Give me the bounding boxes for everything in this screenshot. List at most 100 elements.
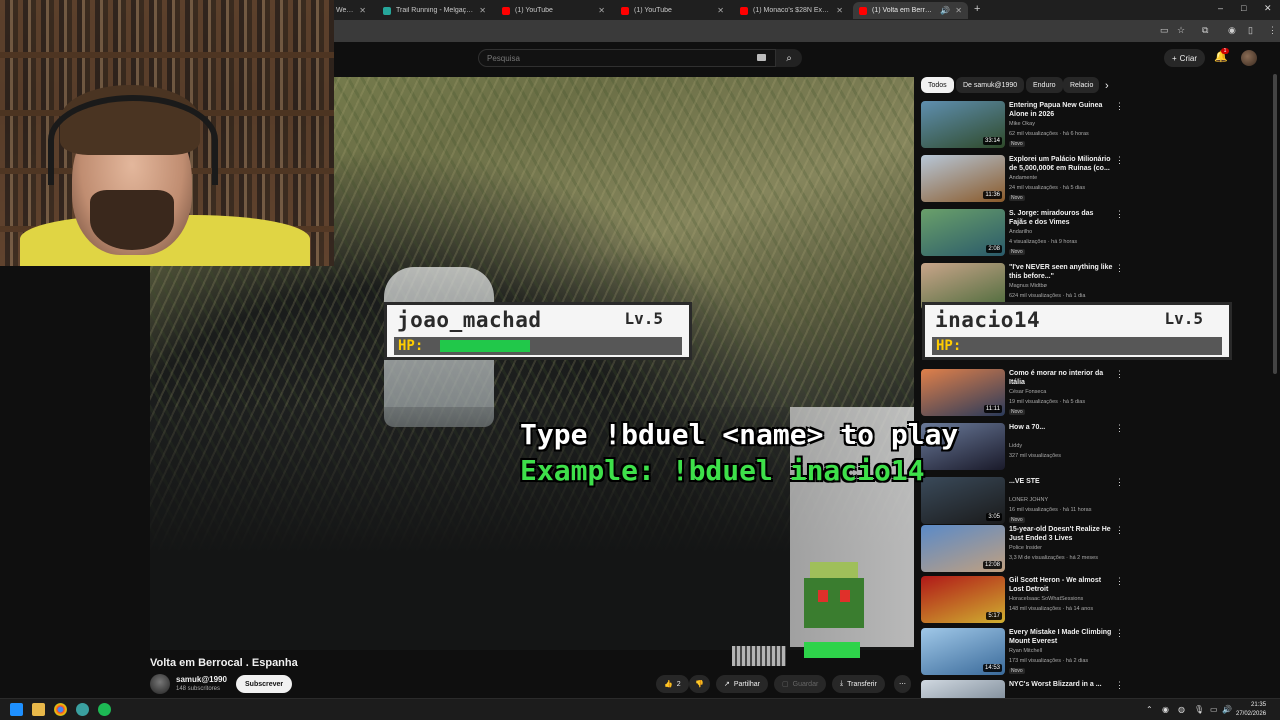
cast-icon[interactable]: ▭ xyxy=(1160,25,1169,36)
video-thumbnail[interactable]: 11:11 xyxy=(921,369,1005,416)
browser-tab[interactable]: Weverse ✕ xyxy=(330,2,372,19)
search-input[interactable]: Pesquisa xyxy=(478,49,776,67)
page-scrollbar[interactable] xyxy=(1272,74,1278,698)
close-icon[interactable]: ✕ xyxy=(955,6,962,15)
recommendation-item[interactable]: 5:17 Gil Scott Heron - We almost Lost Det… xyxy=(921,576,1126,626)
create-button[interactable]: + Criar xyxy=(1164,49,1206,67)
browser-tab-active[interactable]: (1) Volta em Berrocal . Espa 🔊 ✕ xyxy=(853,2,968,19)
recommendation-channel[interactable]: Ryan Mitchell xyxy=(1009,648,1042,654)
bookmark-icon: ▢ xyxy=(782,681,789,688)
close-icon[interactable]: ✕ xyxy=(836,6,843,15)
new-tab-button[interactable]: + xyxy=(974,3,980,15)
subscribe-button[interactable]: Subscrever xyxy=(236,675,293,693)
recommendation-item[interactable]: 11:36 Explorei um Palácio Milionário de 5… xyxy=(921,155,1126,205)
file-explorer-icon[interactable] xyxy=(32,703,45,716)
more-options-icon[interactable]: ⋮ xyxy=(1115,263,1124,274)
chip-enduro[interactable]: Enduro xyxy=(1026,77,1063,93)
chevron-up-icon[interactable]: ⌃ xyxy=(1146,705,1153,714)
tray-app-icon[interactable]: ◉ xyxy=(1162,705,1169,714)
close-icon[interactable]: ✕ xyxy=(598,6,605,15)
chevron-right-icon[interactable]: › xyxy=(1105,80,1109,92)
recommendation-title[interactable]: Como é morar no interior da Itália xyxy=(1009,369,1113,387)
recommendation-item[interactable]: 33:14 Entering Papua New Guinea Alone in … xyxy=(921,101,1126,151)
more-options-icon[interactable]: ⋮ xyxy=(1115,101,1124,112)
video-thumbnail[interactable]: 5:17 xyxy=(921,576,1005,623)
recommendation-channel[interactable]: Mike Okay xyxy=(1009,121,1035,127)
more-options-icon[interactable]: ⋮ xyxy=(1115,576,1124,587)
browser-tab[interactable]: Trail Running - Melgaço Ride & ✕ xyxy=(377,2,492,19)
more-options-icon[interactable]: ⋮ xyxy=(1115,628,1124,639)
like-button[interactable]: 👍 2 xyxy=(656,675,689,693)
video-thumbnail[interactable]: 14:53 xyxy=(921,628,1005,675)
speaker-icon[interactable]: 🔊 xyxy=(940,6,950,15)
recommendation-title[interactable]: S. Jorge: miradouros das Fajãs e dos Vim… xyxy=(1009,209,1113,227)
tray-app-icon[interactable]: ◍ xyxy=(1178,705,1185,714)
recommendation-channel[interactable]: Andarilho xyxy=(1009,229,1032,235)
video-thumbnail[interactable]: 11:36 xyxy=(921,155,1005,202)
maximize-button[interactable]: □ xyxy=(1241,3,1246,13)
menu-icon[interactable]: ⋮ xyxy=(1268,25,1277,36)
recommendation-title[interactable]: Entering Papua New Guinea Alone in 2026 xyxy=(1009,101,1113,119)
channel-name[interactable]: samuk@1990 xyxy=(176,675,227,684)
recommendation-channel[interactable]: Andamente xyxy=(1009,175,1037,181)
volume-icon[interactable]: 🔊 xyxy=(1222,705,1232,714)
recommendation-title[interactable]: "I've NEVER seen anything like this befo… xyxy=(1009,263,1113,281)
recommendation-title[interactable]: Gil Scott Heron - We almost Lost Detroit xyxy=(1009,576,1113,594)
app-icon[interactable] xyxy=(76,703,89,716)
channel-avatar[interactable] xyxy=(150,674,170,694)
keyboard-icon[interactable] xyxy=(757,54,766,61)
search-button[interactable]: ⌕ xyxy=(776,49,802,67)
recommendation-title[interactable]: 15-year-old Doesn't Realize He Just Ende… xyxy=(1009,525,1113,543)
chip-todos[interactable]: Todos xyxy=(921,77,954,93)
recommendation-title[interactable]: Every Mistake I Made Climbing Mount Ever… xyxy=(1009,628,1113,646)
browser-tab[interactable]: (1) YouTube ✕ xyxy=(496,2,611,19)
more-options-icon[interactable]: ⋮ xyxy=(1115,369,1124,380)
keyboard-sprite xyxy=(732,646,786,666)
recommendation-channel[interactable]: Magnus Midtbø xyxy=(1009,283,1047,289)
system-clock[interactable]: 21:35 27/02/2026 xyxy=(1236,701,1266,719)
more-options-icon[interactable]: ⋮ xyxy=(1115,525,1124,536)
save-button[interactable]: ▢ Guardar xyxy=(774,675,827,693)
close-icon[interactable]: ✕ xyxy=(359,6,366,15)
video-thumbnail[interactable]: 33:14 xyxy=(921,101,1005,148)
minimize-button[interactable]: – xyxy=(1218,3,1223,13)
browser-tab[interactable]: (1) YouTube ✕ xyxy=(615,2,730,19)
recommendation-item[interactable]: 14:53 Every Mistake I Made Climbing Mount… xyxy=(921,628,1126,678)
more-options-icon[interactable]: ⋮ xyxy=(1115,680,1124,691)
microphone-icon[interactable]: 🎙 xyxy=(1194,705,1204,714)
recommendation-title[interactable]: Explorei um Palácio Milionário de 5,000,… xyxy=(1009,155,1113,173)
recommendation-item[interactable]: 11:11 Como é morar no interior da Itália C… xyxy=(921,369,1126,419)
chip-related[interactable]: Relacio xyxy=(1063,77,1099,93)
close-icon[interactable]: ✕ xyxy=(479,6,486,15)
windows-start-icon[interactable] xyxy=(10,703,23,716)
more-options-icon[interactable]: ⋮ xyxy=(1115,209,1124,220)
close-icon[interactable]: ✕ xyxy=(717,6,724,15)
recommendation-meta: 3,3 M de visualizações · há 2 meses xyxy=(1009,555,1098,561)
network-icon[interactable]: ▭ xyxy=(1210,705,1218,714)
recommendation-title[interactable]: NYC's Worst Blizzard in a ... xyxy=(1009,680,1113,689)
account-avatar[interactable] xyxy=(1241,50,1257,66)
share-button[interactable]: ↗ Partilhar xyxy=(716,675,768,693)
sidebar-icon[interactable]: ▯ xyxy=(1248,25,1253,36)
download-button[interactable]: ⤓ Transferir xyxy=(832,675,885,693)
recommendation-channel[interactable]: HoraceIsaac SoWhatSessions xyxy=(1009,596,1083,602)
extension-icon[interactable]: ⧉ xyxy=(1202,25,1208,36)
recommendation-channel[interactable]: César Fonseca xyxy=(1009,389,1046,395)
video-thumbnail[interactable]: 12:08 xyxy=(921,525,1005,572)
chip-channel[interactable]: De samuk@1990 xyxy=(956,77,1025,93)
recommendation-channel[interactable]: Police Insider xyxy=(1009,545,1042,551)
close-window-button[interactable]: ✕ xyxy=(1264,3,1272,14)
scroll-thumb[interactable] xyxy=(1273,74,1277,374)
dislike-button[interactable]: 👎 xyxy=(689,675,710,693)
spotify-icon[interactable] xyxy=(98,703,111,716)
more-actions-button[interactable]: ⋯ xyxy=(894,675,911,693)
recommendation-item[interactable]: 2:08 S. Jorge: miradouros das Fajãs e dos… xyxy=(921,209,1126,259)
browser-tab[interactable]: (1) Monaco's $28N Expansion ✕ xyxy=(734,2,849,19)
profile-icon[interactable]: ◉ xyxy=(1228,25,1236,36)
chrome-icon[interactable] xyxy=(54,703,67,716)
recommendation-channel[interactable]: LONER JOHNY xyxy=(1009,497,1048,503)
video-thumbnail[interactable]: 2:08 xyxy=(921,209,1005,256)
more-options-icon[interactable]: ⋮ xyxy=(1115,155,1124,166)
recommendation-item[interactable]: 12:08 15-year-old Doesn't Realize He Just… xyxy=(921,525,1126,575)
bookmark-star-icon[interactable]: ☆ xyxy=(1177,25,1185,36)
